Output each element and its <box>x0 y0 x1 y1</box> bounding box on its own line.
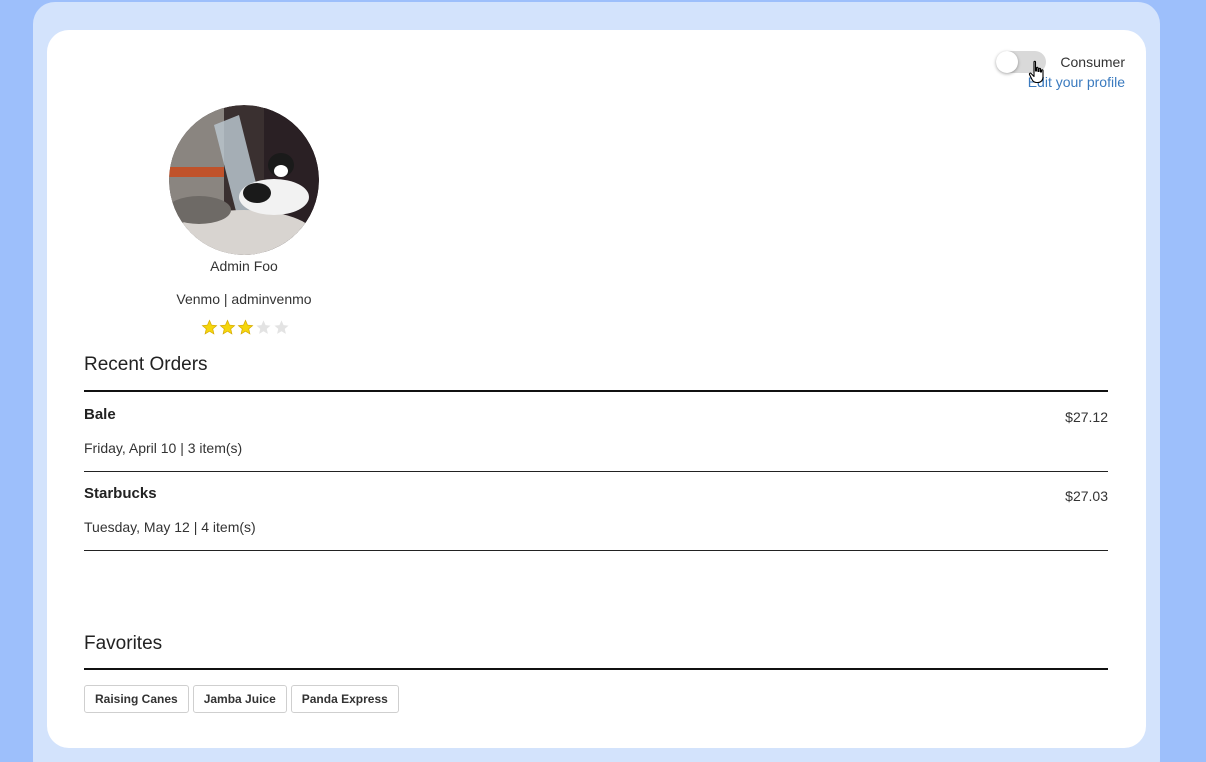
order-meta: Friday, April 10 | 3 item(s) <box>84 440 243 456</box>
avatar <box>169 105 319 255</box>
favorites-list: Raising Canes Jamba Juice Panda Express <box>84 685 399 713</box>
favorite-chip[interactable]: Jamba Juice <box>192 685 287 713</box>
order-restaurant: Starbucks <box>84 485 157 502</box>
star-filled-icon <box>237 319 253 335</box>
order-divider <box>84 550 1108 551</box>
role-toggle-group: Consumer <box>996 51 1125 73</box>
star-filled-icon <box>219 319 235 335</box>
order-meta: Tuesday, May 12 | 4 item(s) <box>84 519 256 535</box>
profile-name: Admin Foo <box>210 258 278 274</box>
order-price: $27.12 <box>1065 409 1108 425</box>
order-row[interactable]: Starbucks $27.03 Tuesday, May 12 | 4 ite… <box>84 471 1108 549</box>
toggle-label: Consumer <box>1060 54 1125 70</box>
star-filled-icon <box>201 319 217 335</box>
rating-stars <box>144 319 344 336</box>
favorites-rule <box>84 668 1108 670</box>
profile-venmo: Venmo | adminvenmo <box>176 291 312 307</box>
favorite-chip[interactable]: Panda Express <box>290 685 399 713</box>
star-empty-icon <box>273 320 289 334</box>
order-row[interactable]: Bale $27.12 Friday, April 10 | 3 item(s) <box>84 392 1108 470</box>
toggle-knob <box>996 51 1019 73</box>
profile-summary: Admin Foo Venmo | adminvenmo <box>144 105 344 336</box>
favorite-chip[interactable]: Raising Canes <box>84 685 189 713</box>
star-empty-icon <box>255 320 271 334</box>
favorites-title: Favorites <box>84 633 163 654</box>
profile-card: Consumer Edit your profile Admin Foo Ven… <box>47 30 1146 748</box>
hand-cursor-icon <box>1028 60 1044 84</box>
order-restaurant: Bale <box>84 406 116 423</box>
order-price: $27.03 <box>1065 488 1108 504</box>
recent-orders-title: Recent Orders <box>84 354 208 375</box>
